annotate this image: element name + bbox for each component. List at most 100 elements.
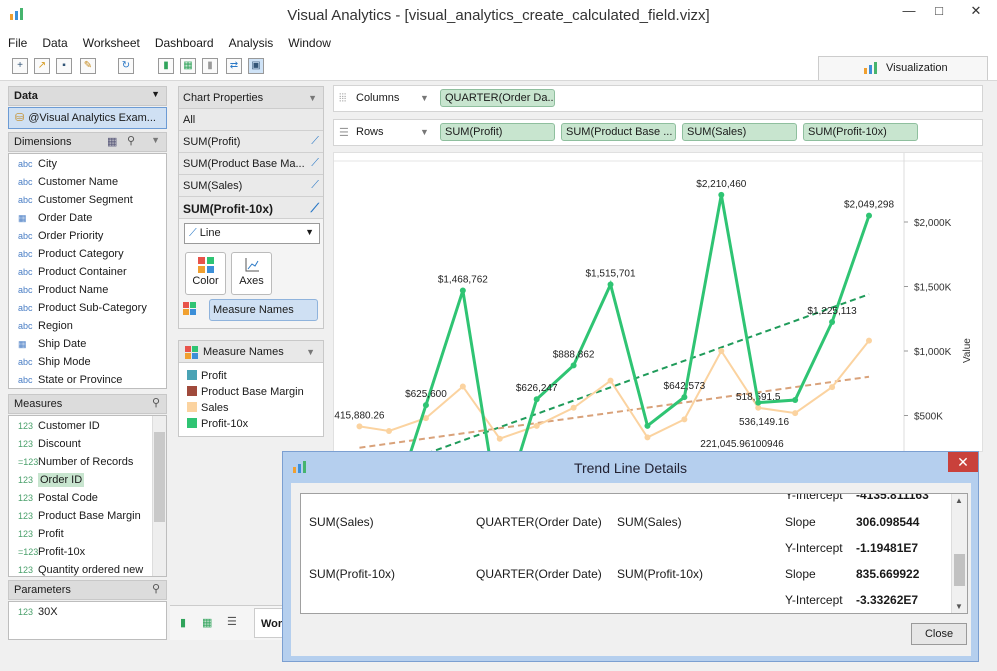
data-point	[496, 435, 503, 442]
legend-item[interactable]: Profit	[179, 368, 323, 384]
dimension-item[interactable]: abc Product Name	[9, 281, 166, 299]
trend-line-details-dialog: Trend Line Details ✕ Y-Intercept -4135.8…	[282, 451, 979, 662]
parameter-item[interactable]: 123 30X	[9, 603, 166, 621]
dimension-item[interactable]: abc Order Priority	[9, 227, 166, 245]
new-icon[interactable]: +	[12, 58, 28, 74]
chart-icon[interactable]: ▮	[202, 58, 218, 74]
close-window-button[interactable]: ✕	[955, 0, 997, 22]
legend-item[interactable]: Product Base Margin	[179, 384, 323, 400]
chart-properties-row[interactable]: SUM(Profit-10x) ⟋	[179, 197, 323, 219]
refresh-icon[interactable]: ↻	[118, 58, 134, 74]
data-panel-header: Data ▼	[8, 86, 167, 106]
chart-properties-menu-icon[interactable]: ▼	[308, 93, 317, 103]
measure-item[interactable]: 123 Profit	[9, 525, 166, 543]
rows-pill-profit-10x[interactable]: SUM(Profit-10x)	[803, 123, 918, 141]
measure-item[interactable]: =123Number of Records	[9, 453, 166, 471]
tab-visualization[interactable]: Visualization	[818, 56, 988, 80]
rows-pill-sales[interactable]: SUM(Sales)	[682, 123, 797, 141]
parameters-title: Parameters	[14, 584, 71, 596]
dimension-item[interactable]: abc City	[9, 155, 166, 173]
measure-item[interactable]: 123 Customer ID	[9, 417, 166, 435]
parameters-search-icon[interactable]: ⚲	[152, 582, 160, 595]
axes-button[interactable]: Axes	[231, 252, 272, 295]
mark-type-select[interactable]: ⟋ Line ▼	[184, 223, 320, 244]
rows-icon: ☰	[339, 127, 349, 139]
dialog-close-icon[interactable]: ✕	[948, 452, 978, 472]
new-dashboard-tab-icon[interactable]: ▦	[202, 616, 212, 629]
data-point	[386, 427, 392, 434]
dimension-item[interactable]: ▦ Ship Date	[9, 335, 166, 353]
dimension-item[interactable]: abc Region	[9, 317, 166, 335]
chart-properties-header: Chart Properties ▼	[179, 87, 323, 109]
new-sheet-icon[interactable]: ▮	[180, 616, 186, 629]
dimension-item[interactable]: abc Product Sub-Category	[9, 299, 166, 317]
legend-menu-icon[interactable]: ▼	[306, 347, 315, 357]
menu-analysis[interactable]: Analysis	[221, 33, 281, 50]
worksheet-tab[interactable]: Wor	[254, 608, 285, 638]
legend-label: Product Base Margin	[201, 386, 304, 398]
chart-properties-row[interactable]: All	[179, 109, 323, 131]
legend-item[interactable]: Profit-10x	[179, 416, 323, 432]
dimensions-list: abc City abc Customer Name abc Customer Segme…	[8, 153, 167, 389]
dimensions-menu-icon[interactable]: ▼	[151, 135, 160, 145]
scroll-down-icon[interactable]: ▼	[955, 602, 963, 611]
chart-properties-row[interactable]: SUM(Sales) ⟋	[179, 175, 323, 197]
minimize-button[interactable]: —	[895, 0, 923, 22]
measures-search-icon[interactable]: ⚲	[152, 396, 160, 409]
measure-item[interactable]: 123 Discount	[9, 435, 166, 453]
rows-pill-profit[interactable]: SUM(Profit)	[440, 123, 555, 141]
data-point	[459, 383, 466, 390]
save-icon[interactable]: ▪	[56, 58, 72, 74]
measure-item[interactable]: 123 Quantity ordered new	[9, 561, 166, 576]
measure-item[interactable]: 123 Postal Code	[9, 489, 166, 507]
line-mark-icon: ⟋	[311, 135, 319, 147]
new-worksheet-icon[interactable]: ▮	[158, 58, 174, 74]
dialog-scroll-thumb[interactable]	[954, 554, 965, 586]
dimension-item[interactable]: abc State or Province	[9, 371, 166, 389]
dimension-item[interactable]: abc Product Container	[9, 263, 166, 281]
color-button[interactable]: Color	[185, 252, 226, 295]
new-dashboard-icon[interactable]: ▦	[180, 58, 196, 74]
dimension-item[interactable]: abc Customer Name	[9, 173, 166, 191]
fit-icon[interactable]: ▣	[248, 58, 264, 74]
sheet-list-icon[interactable]: ☰	[227, 615, 237, 628]
line-mark-icon: ⟋	[310, 201, 319, 215]
table-view-icon[interactable]: ▦	[107, 135, 117, 148]
chart-properties-row[interactable]: SUM(Profit) ⟋	[179, 131, 323, 153]
chart-properties-row[interactable]: SUM(Product Base Ma... ⟋	[179, 153, 323, 175]
measure-item[interactable]: 123 Order ID	[9, 471, 166, 489]
measures-scroll-thumb[interactable]	[154, 432, 165, 522]
title-bar: Visual Analytics - [visual_analytics_cre…	[0, 0, 997, 33]
rows-label: Rows	[356, 126, 384, 138]
close-button[interactable]: Close	[911, 623, 967, 645]
dimension-item[interactable]: abc Product Category	[9, 245, 166, 263]
data-point	[755, 399, 762, 406]
swap-icon[interactable]: ⇄	[226, 58, 242, 74]
data-point	[607, 281, 614, 288]
dimension-item[interactable]: abc Customer Segment	[9, 191, 166, 209]
panel-menu-icon[interactable]: ▼	[151, 89, 160, 99]
clear-icon[interactable]: ✎	[80, 58, 96, 74]
legend-item[interactable]: Sales	[179, 400, 323, 416]
datasource-item[interactable]: ⛁ @Visual Analytics Exam...	[8, 107, 167, 129]
measure-names-color-pill[interactable]: Measure Names	[209, 299, 318, 321]
menu-file[interactable]: File	[0, 33, 34, 50]
search-icon[interactable]: ⚲	[127, 134, 135, 147]
maximize-button[interactable]: □	[925, 0, 953, 22]
columns-pill[interactable]: QUARTER(Order Da...	[440, 89, 555, 107]
measures-scrollbar[interactable]	[152, 416, 166, 576]
rows-menu-icon[interactable]: ▼	[420, 127, 429, 137]
measure-item[interactable]: 123 Product Base Margin	[9, 507, 166, 525]
scroll-up-icon[interactable]: ▲	[955, 496, 963, 505]
measure-item[interactable]: =123Profit-10x	[9, 543, 166, 561]
columns-menu-icon[interactable]: ▼	[420, 93, 429, 103]
menu-data[interactable]: Data	[34, 33, 74, 50]
menu-dashboard[interactable]: Dashboard	[147, 33, 221, 50]
dimension-item[interactable]: ▦ Order Date	[9, 209, 166, 227]
dimension-item[interactable]: abc Ship Mode	[9, 353, 166, 371]
dialog-scrollbar[interactable]: ▲ ▼	[951, 494, 967, 613]
rows-pill-product-base-margin[interactable]: SUM(Product Base ...	[561, 123, 676, 141]
menu-window[interactable]: Window	[280, 33, 338, 50]
menu-worksheet[interactable]: Worksheet	[75, 33, 147, 50]
open-icon[interactable]: ↗	[34, 58, 50, 74]
